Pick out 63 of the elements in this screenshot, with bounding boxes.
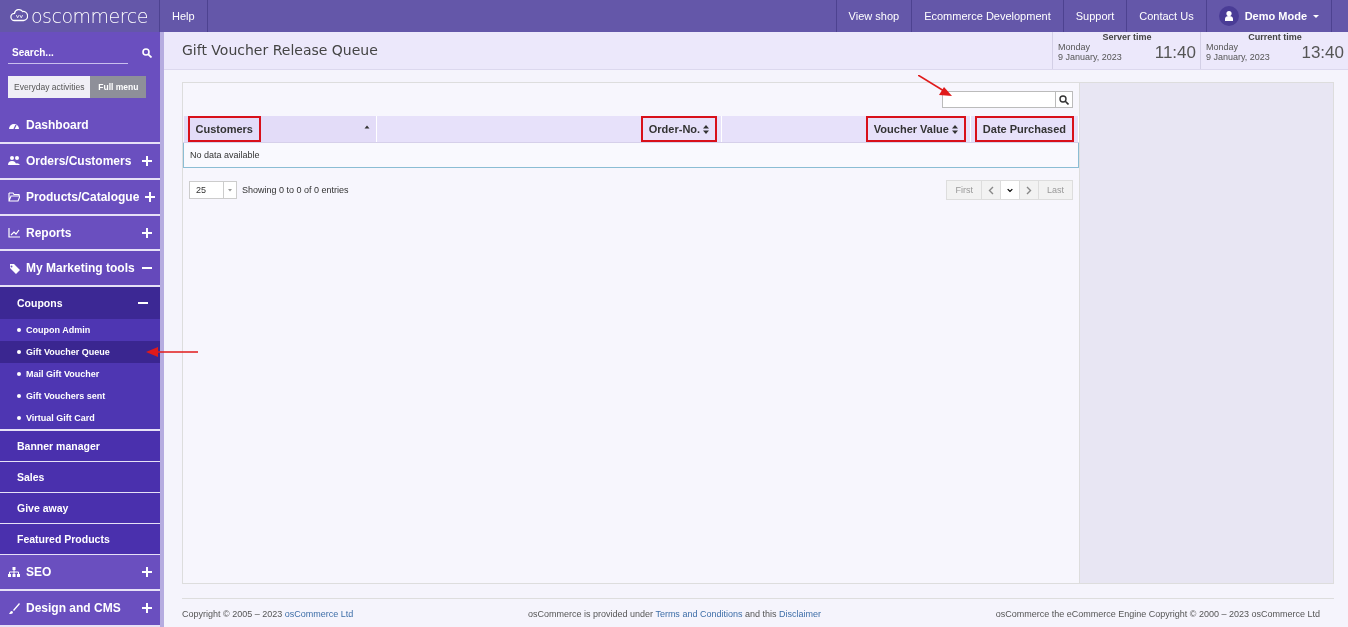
clock-date: 9 January, 2023 xyxy=(1058,52,1122,62)
search-icon xyxy=(1059,94,1069,105)
sidebar-item[interactable]: Sales xyxy=(0,462,160,494)
sidebar-item[interactable]: Banner manager xyxy=(0,431,160,463)
sidebar-item[interactable]: My Marketing tools xyxy=(0,251,160,288)
license-text: osCommerce is provided under Terms and Conditions and this Disclaimer xyxy=(527,609,821,619)
folder-icon xyxy=(8,191,20,203)
company-link[interactable]: osCommerce Ltd xyxy=(284,609,354,619)
column-header[interactable]: Customers xyxy=(189,118,259,140)
clock-date: 9 January, 2023 xyxy=(1206,52,1270,62)
sidebar-item[interactable]: Coupons xyxy=(0,287,160,320)
sort-icon xyxy=(703,124,710,134)
sort-icon xyxy=(951,124,958,134)
mode-tab[interactable]: Everyday activities xyxy=(8,76,91,98)
clock-time: 11:40 xyxy=(1154,44,1196,62)
submenu-item[interactable]: Mail Gift Voucher xyxy=(0,363,160,386)
empty-table-message: No data available xyxy=(183,142,1079,168)
expand-icon xyxy=(142,603,152,614)
terms-link[interactable]: Terms and Conditions xyxy=(655,609,743,619)
submenu-item[interactable]: Gift Voucher Queue xyxy=(0,341,160,364)
search-icon xyxy=(142,48,152,58)
users-icon xyxy=(8,155,20,167)
sidebar-item[interactable]: Orders/Customers xyxy=(0,143,160,180)
engine-copyright-text: osCommerce the eCommerce Engine Copyright © 2000 – 2023 osCommerce Ltd xyxy=(995,609,1320,619)
expand-icon xyxy=(142,155,152,166)
search-field[interactable]: Search... xyxy=(8,42,128,64)
sidebar-item[interactable]: SEO xyxy=(0,555,160,592)
submenu-item[interactable]: Gift Vouchers sent xyxy=(0,385,160,408)
search-button[interactable] xyxy=(1056,91,1073,108)
brush-icon xyxy=(8,602,20,614)
expand-icon xyxy=(145,191,156,202)
page-size-select[interactable]: 25 xyxy=(189,181,237,199)
copyright-text: Copyright © 2005 – 2023 osCommerce Ltd xyxy=(182,609,354,619)
column-header[interactable]: Voucher Value xyxy=(867,118,964,140)
clock-time: 13:40 xyxy=(1301,44,1344,62)
sidebar-item[interactable]: Give away xyxy=(0,493,160,525)
submenu-item[interactable]: Coupon Admin xyxy=(0,319,160,342)
expand-icon xyxy=(142,567,152,578)
clock-day: Monday xyxy=(1206,42,1270,52)
entries-info: Showing 0 to 0 of 0 entries xyxy=(242,185,349,195)
page-title: Gift Voucher Release Queue xyxy=(181,41,379,60)
logo-text: oscommerce xyxy=(31,5,148,27)
sidebar-item[interactable]: Design and CMS xyxy=(0,591,160,627)
tag-icon xyxy=(8,262,20,274)
chevron-left-icon xyxy=(988,185,994,195)
sidebar-item[interactable]: Products/Catalogue xyxy=(0,179,160,216)
user-avatar-icon xyxy=(1218,6,1239,26)
sitemap-icon xyxy=(8,566,20,578)
sidebar-item[interactable]: Dashboard xyxy=(0,108,160,144)
column-header[interactable]: Date Purchased xyxy=(976,118,1072,140)
chevron-right-icon xyxy=(1026,185,1032,195)
disclaimer-link[interactable]: Disclaimer xyxy=(778,609,821,619)
sidebar-item[interactable]: Featured Products xyxy=(0,524,160,556)
clock-label: Current time xyxy=(1247,32,1303,42)
submenu-item[interactable]: Virtual Gift Card xyxy=(0,407,160,430)
clock-label: Server time xyxy=(1101,32,1153,42)
column-header[interactable]: Order-No. xyxy=(642,118,716,140)
clock-day: Monday xyxy=(1058,42,1122,52)
line-chart-icon xyxy=(8,227,20,238)
mode-tab[interactable]: Full menu xyxy=(90,76,147,98)
search-field[interactable] xyxy=(942,91,1056,108)
expand-icon xyxy=(142,227,152,238)
current-page-button[interactable] xyxy=(1000,180,1020,200)
